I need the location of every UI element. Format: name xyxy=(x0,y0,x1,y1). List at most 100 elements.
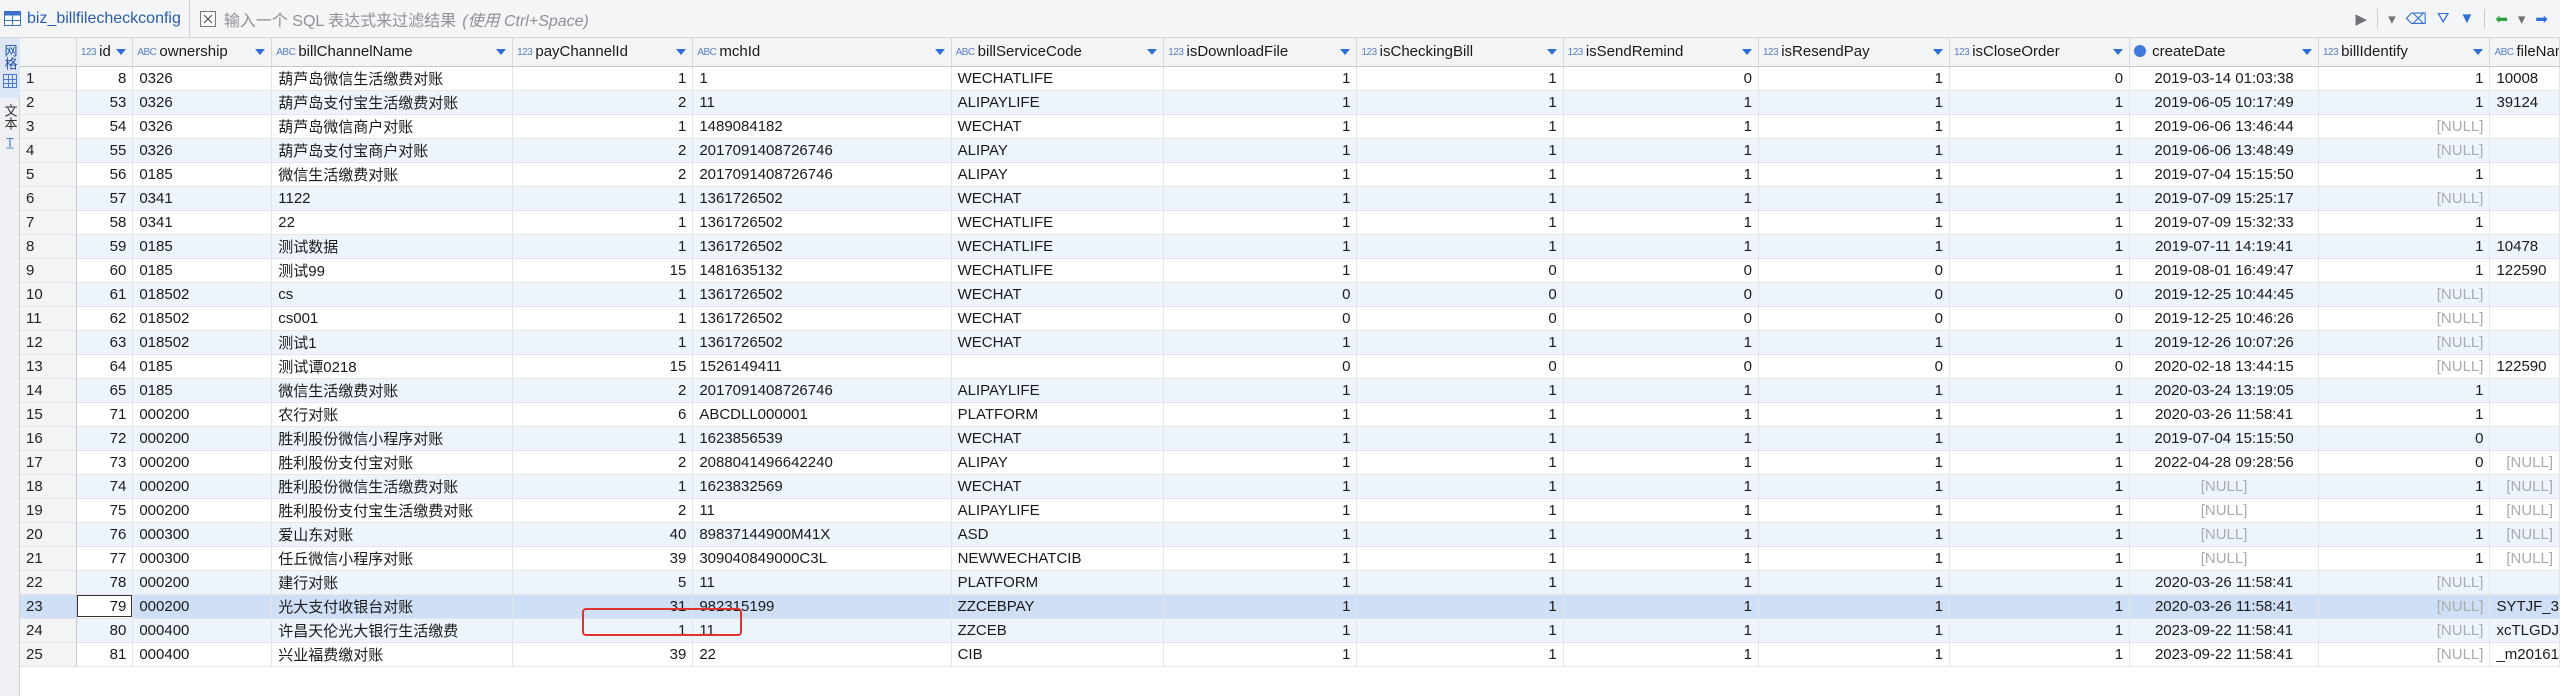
cell-isSendRemind[interactable]: 0 xyxy=(1563,258,1760,283)
cell-createDate[interactable]: 2019-07-04 15:15:50 xyxy=(2129,426,2319,451)
cell-billServiceCode[interactable]: ALIPAY xyxy=(951,162,1165,187)
cell-isDownloadFile[interactable]: 1 xyxy=(1163,258,1358,283)
cell-ownership[interactable]: 018502 xyxy=(132,330,273,355)
eraser-icon[interactable]: ⌫ xyxy=(2406,10,2427,28)
cell-id[interactable]: 65 xyxy=(76,378,134,403)
cell-payChannelId[interactable]: 2 xyxy=(512,90,694,115)
cell-isResendPay[interactable]: 1 xyxy=(1758,498,1950,523)
cell-isSendRemind[interactable]: 1 xyxy=(1563,378,1760,403)
cell-billServiceCode[interactable]: WECHAT xyxy=(951,330,1165,355)
cell-billChannelName[interactable]: 葫芦岛支付宝商户对账 xyxy=(271,138,514,163)
cell-isCloseOrder[interactable]: 1 xyxy=(1949,114,2131,139)
table-row[interactable]: 19 75 000200 胜利股份支付宝生活缴费对账 2 11 ALIPAYLIFE 1 1 1 1… xyxy=(20,498,2560,523)
cell-isCheckingBill[interactable]: 1 xyxy=(1356,522,1564,547)
cell-isCloseOrder[interactable]: 1 xyxy=(1949,546,2131,571)
row-number[interactable]: 20 xyxy=(20,522,77,547)
cell-billChannelName[interactable]: 葫芦岛微信商户对账 xyxy=(271,114,514,139)
cell-createDate[interactable]: 2019-07-09 15:25:17 xyxy=(2129,186,2319,211)
cell-fileNameIdenti[interactable] xyxy=(2489,570,2560,595)
cell-fileNameIdenti[interactable] xyxy=(2489,426,2560,451)
cell-isResendPay[interactable]: 1 xyxy=(1758,330,1950,355)
cell-billIdentify[interactable]: 1 xyxy=(2318,258,2491,283)
sort-icon[interactable] xyxy=(1546,49,1557,55)
cell-isDownloadFile[interactable]: 0 xyxy=(1163,354,1358,379)
cell-isCloseOrder[interactable]: 1 xyxy=(1949,162,2131,187)
cell-isDownloadFile[interactable]: 1 xyxy=(1163,378,1358,403)
cell-id[interactable]: 55 xyxy=(76,138,134,163)
cell-payChannelId[interactable]: 2 xyxy=(512,450,694,475)
cell-isDownloadFile[interactable]: 1 xyxy=(1163,114,1358,139)
cell-ownership[interactable]: 0326 xyxy=(132,90,273,115)
cell-isDownloadFile[interactable]: 1 xyxy=(1163,162,1358,187)
cell-isCheckingBill[interactable]: 1 xyxy=(1356,234,1564,259)
cell-payChannelId[interactable]: 15 xyxy=(512,258,694,283)
cell-payChannelId[interactable]: 1 xyxy=(512,474,694,499)
sort-icon[interactable] xyxy=(255,49,266,55)
cell-id[interactable]: 80 xyxy=(76,618,134,643)
cell-mchId[interactable]: 2017091408726746 xyxy=(692,138,952,163)
cell-isCloseOrder[interactable]: 1 xyxy=(1949,186,2131,211)
cell-ownership[interactable]: 000200 xyxy=(132,426,273,451)
cell-isSendRemind[interactable]: 1 xyxy=(1563,618,1760,643)
cell-isSendRemind[interactable]: 1 xyxy=(1563,426,1760,451)
cell-payChannelId[interactable]: 2 xyxy=(512,162,694,187)
sort-icon[interactable] xyxy=(2301,49,2312,55)
cell-billServiceCode[interactable]: PLATFORM xyxy=(951,402,1165,427)
table-row[interactable]: 11 62 018502 cs001 1 1361726502 WECHAT 0 0 0 0 0 201… xyxy=(20,306,2560,331)
cell-id[interactable]: 60 xyxy=(76,258,134,283)
cell-isDownloadFile[interactable]: 1 xyxy=(1163,210,1358,235)
cell-ownership[interactable]: 000200 xyxy=(132,450,273,475)
row-number[interactable]: 3 xyxy=(20,114,77,139)
row-number[interactable]: 15 xyxy=(20,402,77,427)
cell-billIdentify[interactable]: 1 xyxy=(2318,210,2491,235)
cell-payChannelId[interactable]: 1 xyxy=(512,114,694,139)
cell-isSendRemind[interactable]: 1 xyxy=(1563,546,1760,571)
cell-billServiceCode[interactable]: ASD xyxy=(951,522,1165,547)
cell-billChannelName[interactable]: 胜利股份支付宝生活缴费对账 xyxy=(271,498,514,523)
row-number[interactable]: 19 xyxy=(20,498,77,523)
cell-isSendRemind[interactable]: 1 xyxy=(1563,498,1760,523)
cell-billChannelName[interactable]: 葫芦岛微信生活缴费对账 xyxy=(271,66,514,91)
cell-ownership[interactable]: 000200 xyxy=(132,498,273,523)
table-row[interactable]: 18 74 000200 胜利股份微信生活缴费对账 1 1623832569 WECHAT 1… xyxy=(20,474,2560,499)
cell-createDate[interactable]: 2019-03-14 01:03:38 xyxy=(2129,66,2319,91)
cell-id[interactable]: 62 xyxy=(76,306,134,331)
row-number[interactable]: 25 xyxy=(20,642,77,667)
column-header-billServiceCode[interactable]: ABC billServiceCode xyxy=(951,38,1165,67)
table-row[interactable]: 6 57 0341 1122 1 1361726502 WECHAT 1 1 1 1 1 2019-07… xyxy=(20,186,2560,211)
cell-fileNameIdenti[interactable]: 122590 xyxy=(2489,354,2560,379)
cell-billChannelName[interactable]: cs001 xyxy=(271,306,514,331)
cell-ownership[interactable]: 0326 xyxy=(132,138,273,163)
table-row[interactable]: 16 72 000200 胜利股份微信小程序对账 1 1623856539 WECHAT 1 1… xyxy=(20,426,2560,451)
cell-isCloseOrder[interactable]: 1 xyxy=(1949,138,2131,163)
cell-createDate[interactable]: 2019-07-09 15:32:33 xyxy=(2129,210,2319,235)
cell-isSendRemind[interactable]: 0 xyxy=(1563,354,1760,379)
column-header-createDate[interactable]: createDate xyxy=(2129,38,2319,67)
table-row[interactable]: 14 65 0185 微信生活缴费对账 2 2017091408726746 ALIPAYL… xyxy=(20,378,2560,403)
cell-fileNameIdenti[interactable]: SYTJF_371001252 xyxy=(2489,594,2560,619)
sort-icon[interactable] xyxy=(934,49,945,55)
cell-isCheckingBill[interactable]: 1 xyxy=(1356,90,1564,115)
cell-billServiceCode[interactable]: WECHATLIFE xyxy=(951,210,1165,235)
cell-isResendPay[interactable]: 1 xyxy=(1758,234,1950,259)
cell-isResendPay[interactable]: 1 xyxy=(1758,594,1950,619)
cell-isCheckingBill[interactable]: 1 xyxy=(1356,66,1564,91)
table-row[interactable]: 23 79 000200 光大支付收银台对账 31 982315199 ZZCEBPAY 1 1… xyxy=(20,594,2560,619)
table-row[interactable]: 3 54 0326 葫芦岛微信商户对账 1 1489084182 WECHAT 1 1 1 1 1 20… xyxy=(20,114,2560,139)
cell-isDownloadFile[interactable]: 1 xyxy=(1163,642,1358,667)
cell-fileNameIdenti[interactable] xyxy=(2489,402,2560,427)
sort-icon[interactable] xyxy=(2473,49,2484,55)
cell-billChannelName[interactable]: 许昌天伦光大银行生活缴费 xyxy=(271,618,514,643)
column-header-fileNameIdenti[interactable]: ABCfileNameIdenti xyxy=(2489,38,2560,67)
cell-billIdentify[interactable]: [NULL] xyxy=(2318,330,2491,355)
cell-billIdentify[interactable]: [NULL] xyxy=(2318,306,2491,331)
cell-fileNameIdenti[interactable]: 122590 xyxy=(2489,258,2560,283)
cell-billChannelName[interactable]: 光大支付收银台对账 xyxy=(271,594,514,619)
cell-ownership[interactable]: 000200 xyxy=(132,474,273,499)
cell-isSendRemind[interactable]: 1 xyxy=(1563,210,1760,235)
cell-billChannelName[interactable]: 胜利股份支付宝对账 xyxy=(271,450,514,475)
cell-billServiceCode[interactable]: ALIPAYLIFE xyxy=(951,498,1165,523)
cell-mchId[interactable]: 1361726502 xyxy=(692,330,952,355)
cell-billServiceCode[interactable]: ZZCEB xyxy=(951,618,1165,643)
cell-fileNameIdenti[interactable] xyxy=(2489,282,2560,307)
